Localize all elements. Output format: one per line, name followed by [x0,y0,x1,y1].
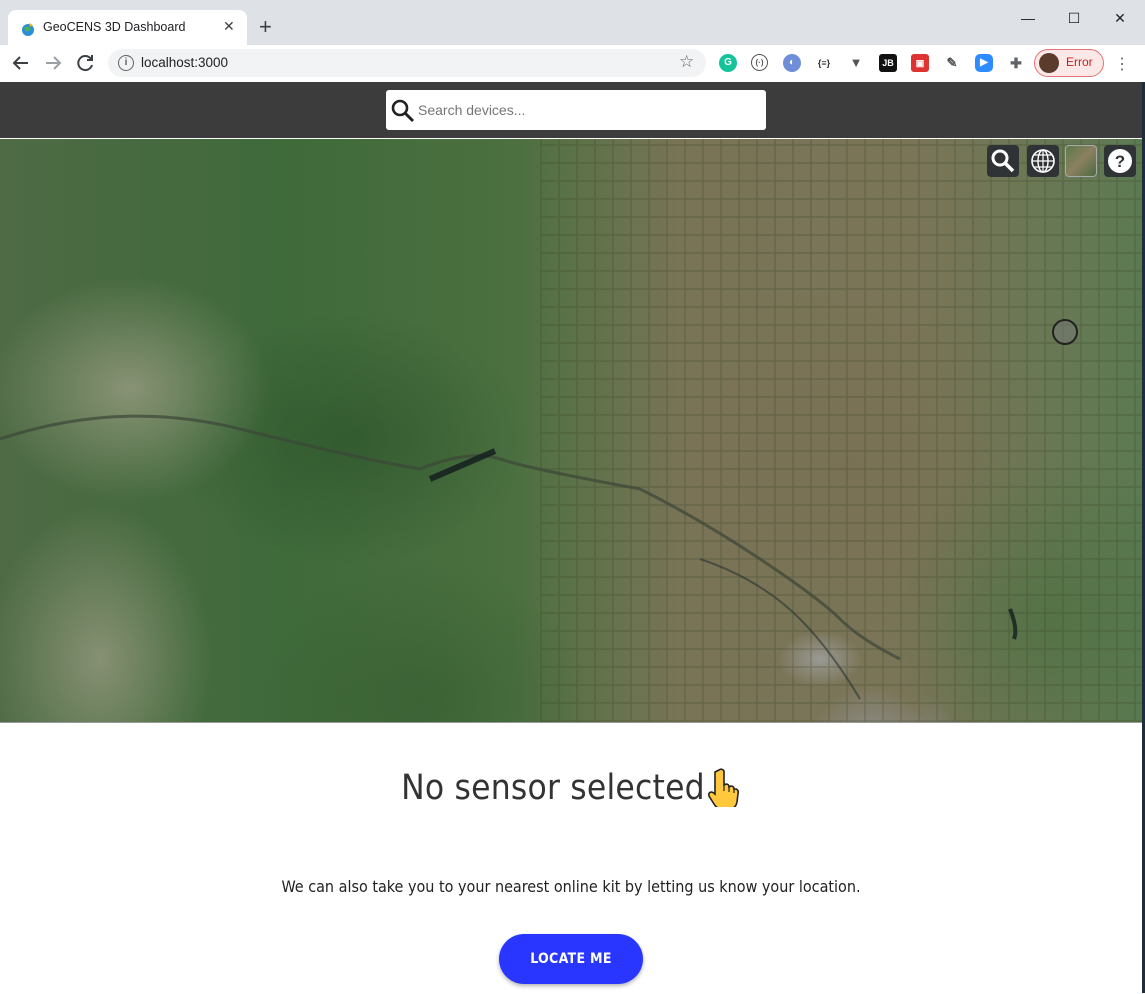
locate-me-button[interactable]: LOCATE ME [499,934,643,984]
app-header [0,82,1145,138]
pointing-hand-icon [707,768,739,807]
url-text: localhost:3000 [141,55,229,70]
no-sensor-text: No sensor selected [401,768,705,808]
close-tab-icon[interactable]: ✕ [223,18,235,35]
site-info-icon[interactable]: i [118,55,134,71]
reload-icon[interactable] [73,51,97,75]
browser-tabstrip: GeoCENS 3D Dashboard ✕ + — ☐ ✕ [0,0,1145,45]
panel-title: No sensor selected [0,767,1142,808]
grammarly-extension-icon[interactable]: G [719,54,737,72]
sensor-details-panel: No sensor selected We can also take you … [0,722,1142,994]
locate-description: We can also take you to your nearest onl… [281,877,861,896]
bookmark-star-icon[interactable]: ☆ [679,52,694,72]
extension-icon[interactable]: ◐ [783,54,801,72]
profile-status-label: Error [1066,55,1093,69]
extension-icon[interactable]: (·) [751,54,768,71]
eyedropper-extension-icon[interactable]: ✎ [943,54,961,72]
satellite-map[interactable]: ? [0,139,1142,722]
avatar [1039,53,1059,73]
help-icon[interactable]: ? [1104,145,1136,177]
profile-button[interactable]: Error [1034,49,1104,77]
browser-toolbar: i localhost:3000 ☆ G (·) ◐ {≡} ▼ JB ▣ ✎ … [0,45,1145,83]
globe-icon[interactable] [1027,145,1059,177]
search-input[interactable] [418,90,758,130]
sensor-marker[interactable] [1052,319,1078,345]
maximize-icon[interactable]: ☐ [1051,7,1097,29]
river-overlay [0,414,1018,700]
map-search-icon[interactable] [987,145,1019,177]
address-bar[interactable]: i localhost:3000 ☆ [108,49,706,77]
help-glyph: ? [1115,152,1125,171]
forward-arrow-icon[interactable] [41,51,65,75]
browser-menu-icon[interactable]: ⋮ [1114,54,1130,74]
vue-extension-icon[interactable]: ▼ [847,54,865,72]
basemap-picker-button[interactable] [1065,145,1097,177]
close-window-icon[interactable]: ✕ [1097,7,1143,29]
back-arrow-icon[interactable] [9,51,33,75]
puzzle-extensions-icon[interactable]: ✚ [1007,54,1025,72]
globe-favicon-icon [22,23,34,36]
zoom-extension-icon[interactable]: ▶ [975,54,993,72]
device-search-box [386,90,766,130]
extension-icon[interactable]: ▣ [911,54,929,72]
tab-title: GeoCENS 3D Dashboard [43,20,186,34]
new-tab-button[interactable]: + [259,16,272,38]
json-extension-icon[interactable]: {≡} [815,54,833,72]
jetbrains-extension-icon[interactable]: JB [879,54,897,72]
search-icon [391,99,415,123]
minimize-icon[interactable]: — [1005,7,1051,29]
browser-tab[interactable]: GeoCENS 3D Dashboard ✕ [8,10,247,45]
